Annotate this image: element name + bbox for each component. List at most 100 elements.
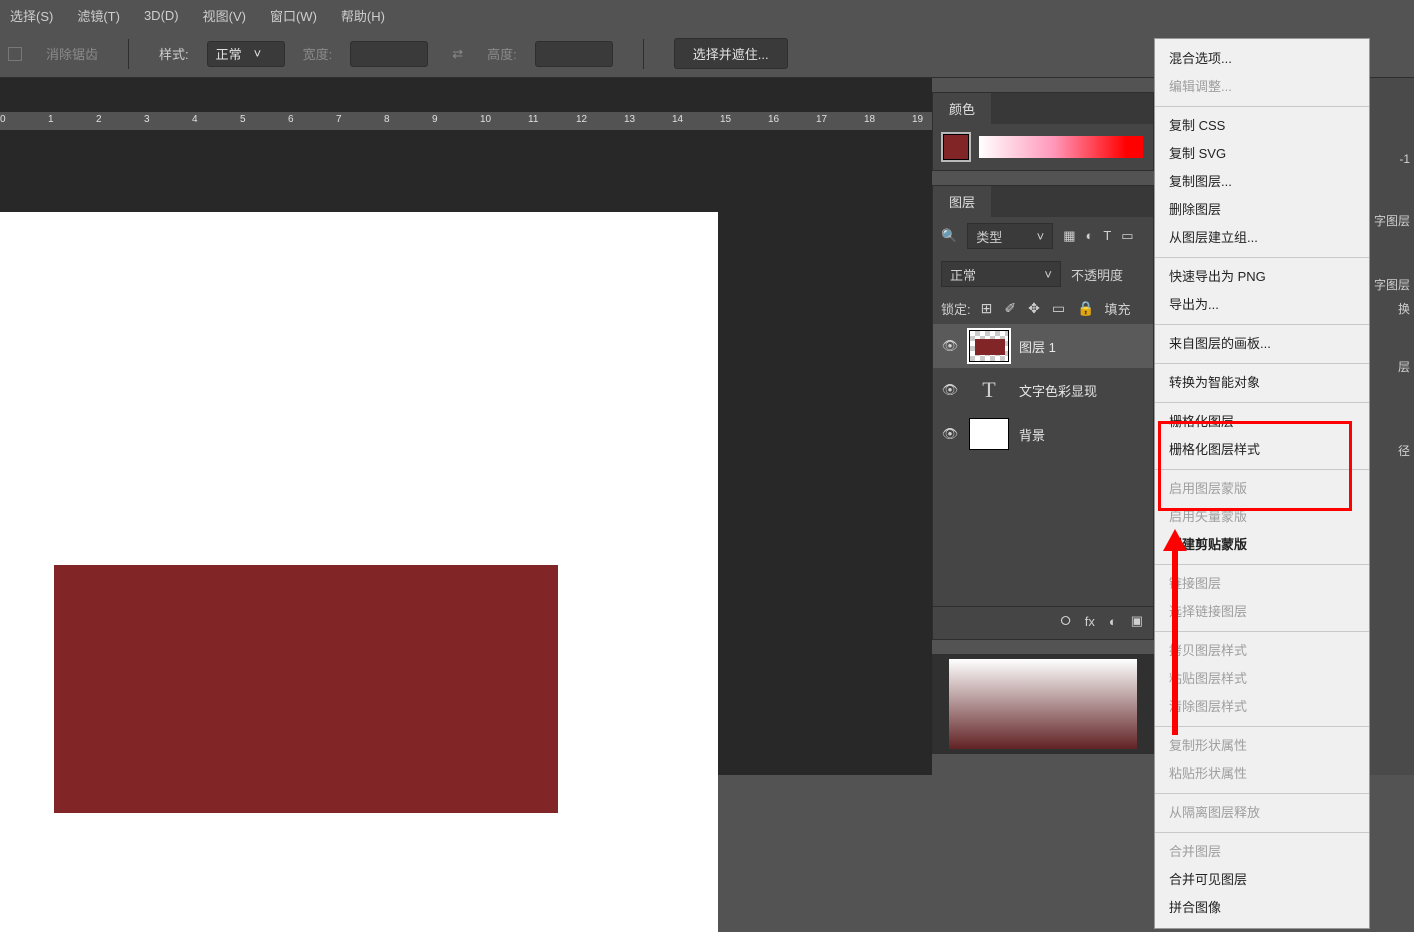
ruler-tick: 0	[0, 114, 6, 125]
filter-shape-icon[interactable]: ▭	[1121, 228, 1133, 244]
ruler-tick: 9	[432, 114, 438, 125]
lock-label: 锁定:	[941, 299, 971, 318]
swap-wh-icon[interactable]: ⇄	[446, 46, 469, 62]
style-label: 样式:	[159, 44, 189, 63]
right-panel-column: 颜色 图层 🔍 类型 ˅ ▦ ◐ T ▭ 正常 ˅	[932, 78, 1154, 775]
cm-merge-layers: 合并图层	[1155, 838, 1369, 866]
cm-paste-layer-style: 粘贴图层样式	[1155, 665, 1369, 693]
ruler-tick: 11	[528, 114, 538, 125]
visibility-toggle-icon[interactable]: 👁	[941, 382, 959, 398]
layer-name[interactable]: 图层 1	[1019, 337, 1056, 356]
stub-text: -1	[1399, 152, 1410, 166]
ruler-tick: 16	[768, 114, 779, 125]
ruler-tick: 1	[48, 114, 54, 125]
ruler-tick: 2	[96, 114, 102, 125]
navigator-thumbnail[interactable]	[932, 654, 1154, 754]
filter-type-icon[interactable]: T	[1103, 228, 1111, 244]
cm-group-from-layers[interactable]: 从图层建立组...	[1155, 224, 1369, 252]
cm-enable-layer-mask: 启用图层蒙版	[1155, 475, 1369, 503]
fill-label: 填充	[1105, 299, 1131, 318]
ruler-tick: 7	[336, 114, 342, 125]
cm-copy-css[interactable]: 复制 CSS	[1155, 112, 1369, 140]
antialias-checkbox[interactable]	[8, 47, 22, 61]
stub-text: 径	[1398, 442, 1410, 459]
visibility-toggle-icon[interactable]: 👁	[941, 426, 959, 442]
search-icon[interactable]: 🔍	[941, 228, 957, 244]
horizontal-ruler: 0123456789101112131415161718192021	[0, 112, 934, 130]
red-rectangle-shape[interactable]	[54, 565, 558, 813]
chevron-down-icon: ˅	[254, 46, 262, 61]
width-label: 宽度:	[303, 44, 333, 63]
menu-filter[interactable]: 滤镜(T)	[77, 6, 120, 25]
blend-mode-select[interactable]: 正常 ˅	[941, 261, 1061, 287]
layer-filter-type-select[interactable]: 类型 ˅	[967, 223, 1053, 249]
chevron-down-icon: ˅	[1037, 229, 1045, 244]
color-panel: 颜色	[932, 92, 1154, 171]
cm-convert-smart-object[interactable]: 转换为智能对象	[1155, 369, 1369, 397]
layers-panel: 图层 🔍 类型 ˅ ▦ ◐ T ▭ 正常 ˅ 不透明度 锁定:	[932, 185, 1154, 640]
menu-3d[interactable]: 3D(D)	[144, 8, 179, 23]
cm-merge-visible[interactable]: 合并可见图层	[1155, 866, 1369, 894]
cm-create-clipping-mask[interactable]: 创建剪贴蒙版	[1155, 531, 1369, 559]
link-layers-icon[interactable]: ⭘	[1060, 613, 1070, 629]
cm-flatten[interactable]: 拼合图像	[1155, 894, 1369, 922]
stub-text: 字图层	[1374, 276, 1410, 293]
tab-layers[interactable]: 图层	[933, 186, 991, 217]
style-select[interactable]: 正常 ˅	[207, 41, 285, 67]
menu-view[interactable]: 视图(V)	[203, 6, 246, 25]
layer-thumbnail[interactable]	[969, 418, 1009, 450]
lock-all-icon[interactable]: 🔒	[1077, 300, 1094, 317]
menu-window[interactable]: 窗口(W)	[270, 6, 317, 25]
layer-row[interactable]: 👁 图层 1	[933, 324, 1153, 368]
height-input[interactable]	[535, 41, 613, 67]
cm-copy-svg[interactable]: 复制 SVG	[1155, 140, 1369, 168]
select-and-mask-button[interactable]: 选择并遮住...	[674, 38, 788, 69]
layer-mask-icon[interactable]: ◐	[1109, 614, 1117, 629]
foreground-color-swatch[interactable]	[943, 134, 969, 160]
layer-row[interactable]: 👁 T 文字色彩显现	[933, 368, 1153, 412]
menu-select[interactable]: 选择(S)	[10, 6, 53, 25]
ruler-tick: 14	[672, 114, 683, 125]
ruler-tick: 6	[288, 114, 294, 125]
layer-fx-icon[interactable]: fx	[1085, 614, 1095, 629]
cm-clear-layer-style: 清除图层样式	[1155, 693, 1369, 721]
cm-select-linked: 选择链接图层	[1155, 598, 1369, 626]
main-menu-bar[interactable]: 选择(S) 滤镜(T) 3D(D) 视图(V) 窗口(W) 帮助(H)	[0, 0, 1414, 30]
height-label: 高度:	[487, 44, 517, 63]
layer-name[interactable]: 文字色彩显现	[1019, 381, 1097, 400]
width-input[interactable]	[350, 41, 428, 67]
cm-delete-layer[interactable]: 删除图层	[1155, 196, 1369, 224]
cm-artboard-from-layer[interactable]: 来自图层的画板...	[1155, 330, 1369, 358]
cm-copy-layer[interactable]: 复制图层...	[1155, 168, 1369, 196]
stub-text: 层	[1398, 358, 1410, 375]
lock-brush-icon[interactable]: ✐	[1004, 300, 1016, 317]
layer-context-menu[interactable]: 混合选项... 编辑调整... 复制 CSS 复制 SVG 复制图层... 删除…	[1154, 38, 1370, 929]
ruler-tick: 15	[720, 114, 731, 125]
tab-color[interactable]: 颜色	[933, 93, 991, 124]
adjustment-layer-icon[interactable]: ▣	[1131, 613, 1143, 629]
ruler-tick: 18	[864, 114, 875, 125]
stub-text: 换	[1398, 300, 1410, 317]
lock-artboard-icon[interactable]: ▭	[1052, 300, 1065, 317]
cm-blend-options[interactable]: 混合选项...	[1155, 45, 1369, 73]
cm-quick-export-png[interactable]: 快速导出为 PNG	[1155, 263, 1369, 291]
ruler-tick: 19	[912, 114, 923, 125]
cm-export-as[interactable]: 导出为...	[1155, 291, 1369, 319]
layer-row[interactable]: 👁 背景	[933, 412, 1153, 456]
cm-rasterize-layer[interactable]: 栅格化图层	[1155, 408, 1369, 436]
menu-help[interactable]: 帮助(H)	[341, 6, 385, 25]
cm-link-layers: 链接图层	[1155, 570, 1369, 598]
cm-rasterize-style[interactable]: 栅格化图层样式	[1155, 436, 1369, 464]
lock-pixels-icon[interactable]: ⊞	[981, 300, 993, 317]
hue-slider[interactable]	[979, 136, 1143, 158]
visibility-toggle-icon[interactable]: 👁	[941, 338, 959, 354]
lock-move-icon[interactable]: ✥	[1028, 300, 1040, 317]
filter-image-icon[interactable]: ▦	[1063, 228, 1075, 244]
cm-enable-vector-mask: 启用矢量蒙版	[1155, 503, 1369, 531]
layer-list: 👁 图层 1 👁 T 文字色彩显现 👁 背景	[933, 324, 1153, 456]
canvas[interactable]	[0, 212, 718, 932]
layer-thumbnail[interactable]	[969, 330, 1009, 362]
filter-adjust-icon[interactable]: ◐	[1085, 228, 1093, 244]
ruler-tick: 8	[384, 114, 390, 125]
layer-name[interactable]: 背景	[1019, 425, 1045, 444]
